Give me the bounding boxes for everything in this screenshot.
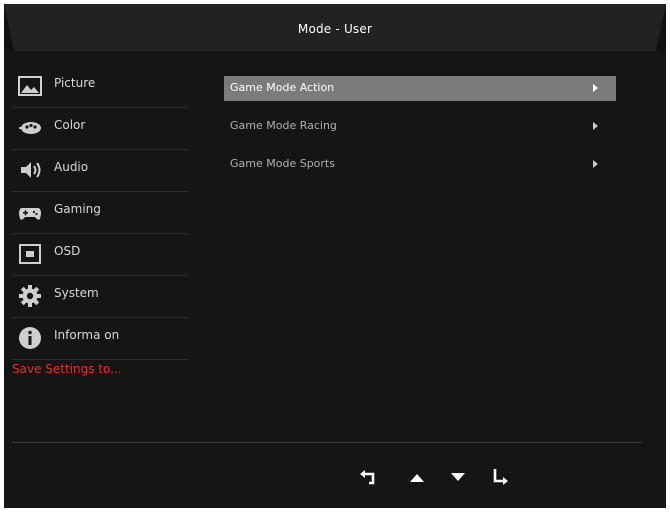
header-bar: Mode - User <box>4 4 666 51</box>
up-button[interactable] <box>406 466 428 488</box>
palette-icon <box>18 116 42 140</box>
down-button[interactable] <box>447 466 469 488</box>
sidebar-item-label: Informa on <box>54 328 120 342</box>
sidebar-item-osd[interactable]: OSD <box>12 234 188 276</box>
osd-icon <box>18 242 42 266</box>
sidebar-item-label: Color <box>54 118 86 132</box>
speaker-icon <box>18 158 42 182</box>
game-mode-list: Game Mode Action Game Mode Racing Game M… <box>224 76 616 190</box>
sidebar-item-picture[interactable]: Picture <box>12 66 188 108</box>
sidebar-item-information[interactable]: Informa on <box>12 318 188 360</box>
sidebar-item-label: Gaming <box>54 202 101 216</box>
back-button[interactable] <box>358 466 380 488</box>
enter-icon <box>493 469 508 485</box>
picture-icon <box>18 74 42 98</box>
gamepad-icon <box>18 200 42 224</box>
info-icon <box>18 326 42 350</box>
menu-item-label: Game Mode Sports <box>230 157 335 170</box>
enter-button[interactable] <box>488 466 510 488</box>
menu-item-game-mode-action[interactable]: Game Mode Action <box>224 76 616 101</box>
menu-item-label: Game Mode Action <box>230 81 335 94</box>
sidebar-item-label: Audio <box>54 160 89 174</box>
osd-screen: Mode - User Picture Color Audio Gaming O… <box>4 4 666 508</box>
save-settings-link[interactable]: Save Settings to... <box>12 362 122 376</box>
up-icon <box>410 474 424 482</box>
sidebar-item-audio[interactable]: Audio <box>12 150 188 192</box>
menu-item-game-mode-sports[interactable]: Game Mode Sports <box>224 152 616 177</box>
sidebar-item-label: OSD <box>54 244 81 258</box>
arrow-right-icon <box>593 160 598 168</box>
down-icon <box>451 473 465 481</box>
sidebar-item-system[interactable]: System <box>12 276 188 318</box>
sidebar-item-gaming[interactable]: Gaming <box>12 192 188 234</box>
arrow-right-icon <box>593 84 598 92</box>
sidebar-item-color[interactable]: Color <box>12 108 188 150</box>
sidebar: Picture Color Audio Gaming OSD System In… <box>12 66 188 360</box>
back-icon <box>360 470 375 485</box>
menu-item-label: Game Mode Racing <box>230 119 337 132</box>
arrow-right-icon <box>593 122 598 130</box>
sidebar-item-label: System <box>54 286 99 300</box>
sidebar-item-label: Picture <box>54 76 96 90</box>
footer-divider <box>12 442 642 443</box>
gear-icon <box>18 284 42 308</box>
menu-item-game-mode-racing[interactable]: Game Mode Racing <box>224 114 616 139</box>
page-title: Mode - User <box>297 22 373 36</box>
